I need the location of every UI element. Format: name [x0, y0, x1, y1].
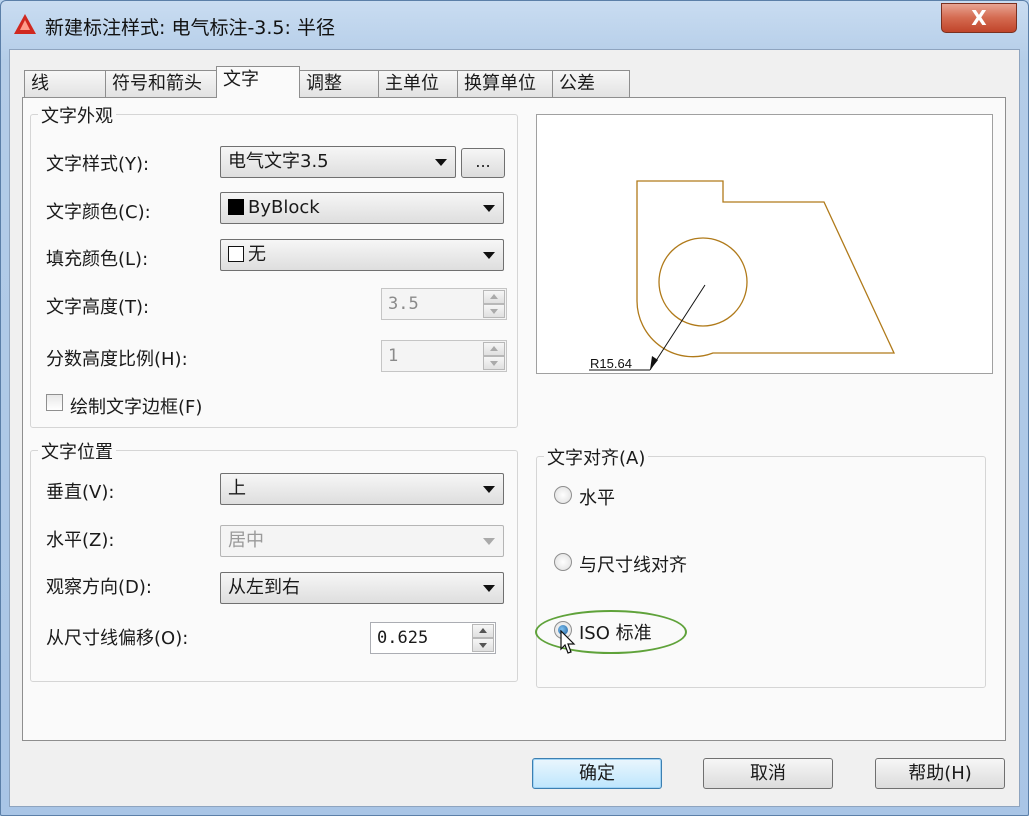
color-swatch-icon — [228, 199, 244, 215]
spin-up-icon[interactable] — [483, 342, 505, 356]
horizontal-value: 居中 — [228, 530, 264, 551]
chevron-down-icon — [483, 538, 495, 545]
ok-button[interactable]: 确定 — [532, 758, 662, 789]
title-bar[interactable]: 新建标注样式: 电气标注-3.5: 半径 X — [1, 1, 1029, 49]
text-style-label: 文字样式(Y): — [46, 154, 150, 175]
fill-color-value: 无 — [248, 244, 266, 265]
spin-up-icon[interactable] — [483, 290, 505, 304]
window-title: 新建标注样式: 电气标注-3.5: 半径 — [45, 17, 335, 39]
tab-primary-units[interactable]: 主单位 — [378, 70, 458, 97]
vertical-select[interactable]: 上 — [220, 473, 504, 505]
spinner-buttons — [483, 290, 505, 318]
close-button[interactable]: X — [941, 3, 1017, 33]
text-height-label: 文字高度(T): — [46, 297, 150, 318]
chevron-down-icon — [483, 252, 495, 259]
preview-circle — [658, 237, 748, 327]
chevron-down-icon — [483, 205, 495, 212]
text-placement-title: 文字位置 — [38, 438, 116, 464]
mouse-cursor-icon — [560, 630, 576, 654]
align-horizontal-radio[interactable] — [554, 486, 572, 504]
fill-color-label: 填充颜色(L): — [46, 249, 149, 270]
autocad-logo-icon — [14, 14, 36, 34]
vertical-value: 上 — [228, 478, 246, 499]
fraction-scale-value: 1 — [388, 346, 399, 366]
text-style-select[interactable]: 电气文字3.5 — [220, 146, 456, 178]
offset-label: 从尺寸线偏移(O): — [46, 628, 189, 649]
spin-down-icon[interactable] — [483, 304, 505, 318]
horizontal-select[interactable]: 居中 — [220, 525, 504, 557]
tab-fit[interactable]: 调整 — [299, 70, 379, 97]
align-dimension-line-radio[interactable] — [554, 553, 572, 571]
spin-down-icon[interactable] — [472, 638, 494, 652]
cancel-button[interactable]: 取消 — [703, 758, 833, 789]
tab-tolerances[interactable]: 公差 — [552, 70, 630, 97]
tab-label: 公差 — [559, 73, 595, 94]
offset-value: 0.625 — [377, 628, 429, 648]
chevron-down-icon — [435, 159, 447, 166]
spin-up-icon[interactable] — [472, 624, 494, 638]
radius-dimension-text: R15.64 — [590, 356, 632, 371]
horizontal-label: 水平(Z): — [46, 530, 115, 551]
draw-frame-label: 绘制文字边框(F) — [70, 397, 203, 418]
view-direction-label: 观察方向(D): — [46, 577, 152, 598]
text-color-select[interactable]: ByBlock — [220, 192, 504, 224]
tab-label: 调整 — [306, 73, 342, 94]
vertical-label: 垂直(V): — [46, 482, 115, 503]
text-color-label: 文字颜色(C): — [46, 202, 151, 223]
leader-line — [649, 284, 706, 371]
tab-alternate-units[interactable]: 换算单位 — [457, 70, 553, 97]
text-style-value: 电气文字3.5 — [228, 151, 329, 172]
fraction-scale-label: 分数高度比例(H): — [46, 349, 188, 370]
tab-label: 文字 — [223, 69, 259, 90]
fill-color-select[interactable]: 无 — [220, 239, 504, 271]
arrowhead-icon — [650, 356, 658, 370]
tab-text[interactable]: 文字 — [216, 66, 300, 98]
dimension-preview: R15.64 — [536, 114, 993, 374]
text-height-value: 3.5 — [388, 294, 419, 314]
fraction-scale-spinner[interactable]: 1 — [381, 340, 507, 372]
spin-down-icon[interactable] — [483, 356, 505, 370]
text-appearance-title: 文字外观 — [38, 102, 116, 128]
align-horizontal-label: 水平 — [579, 488, 615, 509]
spinner-buttons — [472, 624, 494, 652]
color-swatch-icon — [228, 246, 244, 262]
draw-frame-checkbox[interactable] — [46, 394, 63, 411]
text-height-spinner[interactable]: 3.5 — [381, 288, 507, 320]
chevron-down-icon — [483, 486, 495, 493]
tab-label: 线 — [31, 73, 49, 94]
tab-label: 换算单位 — [464, 73, 536, 94]
help-button[interactable]: 帮助(H) — [875, 758, 1005, 789]
offset-spinner[interactable]: 0.625 — [370, 622, 496, 654]
spinner-buttons — [483, 342, 505, 370]
view-direction-value: 从左到右 — [228, 577, 300, 598]
text-alignment-title: 文字对齐(A) — [544, 444, 649, 470]
tab-label: 符号和箭头 — [112, 73, 202, 94]
view-direction-select[interactable]: 从左到右 — [220, 572, 504, 604]
text-style-browse-button[interactable]: ... — [461, 148, 505, 178]
tab-symbols-arrows[interactable]: 符号和箭头 — [105, 70, 217, 97]
text-color-value: ByBlock — [248, 197, 320, 218]
tab-label: 主单位 — [385, 73, 439, 94]
highlight-annotation — [535, 610, 687, 654]
align-dimension-line-label: 与尺寸线对齐 — [579, 555, 687, 576]
chevron-down-icon — [483, 585, 495, 592]
close-icon: X — [971, 6, 987, 30]
tab-lines[interactable]: 线 — [24, 70, 106, 97]
preview-drawing: R15.64 — [589, 180, 896, 371]
